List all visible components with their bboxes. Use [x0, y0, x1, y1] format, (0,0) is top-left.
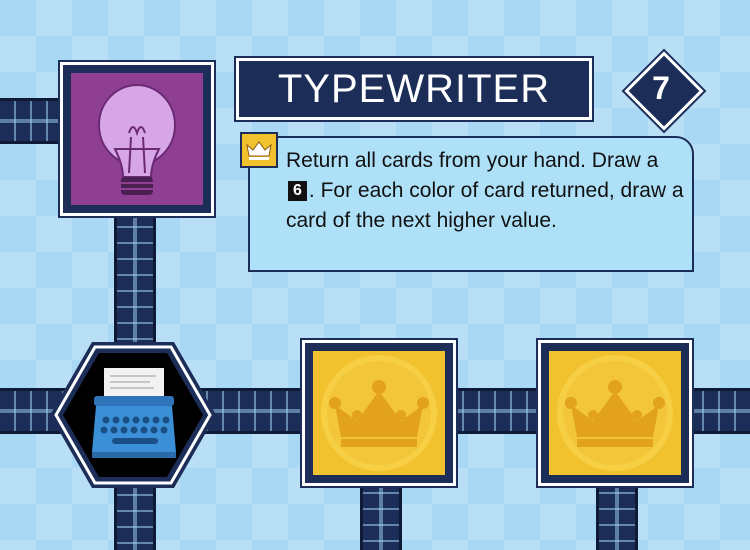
lightbulb-tile: [60, 62, 214, 216]
connector-rail-vertical-middle: [360, 478, 402, 550]
dogma-text-part1: Return all cards from your hand. Draw a: [286, 149, 659, 172]
age-number: 7: [652, 69, 670, 106]
lightbulb-icon: [98, 84, 176, 195]
connector-rail-vertical-left: [114, 212, 156, 342]
typewriter-hex-tile: [48, 340, 218, 490]
crown-icon: [557, 355, 673, 471]
age-6-badge: 6: [288, 181, 307, 201]
card-title: TYPEWRITER: [236, 58, 592, 120]
crown-icon: [246, 141, 272, 160]
dogma-text-part2: . For each color of card returned, draw …: [286, 179, 684, 232]
dogma-text: Return all cards from your hand. Draw a …: [286, 146, 686, 236]
connector-rail-vertical-bottom-left: [114, 480, 156, 550]
connector-rail-vertical-right: [596, 478, 638, 550]
crown-tile-right: [538, 340, 692, 486]
crown-icon: [321, 355, 437, 471]
crown-tile-middle: [302, 340, 456, 486]
dogma-crown-badge: [240, 132, 278, 168]
typewriter-icon: [92, 368, 176, 458]
